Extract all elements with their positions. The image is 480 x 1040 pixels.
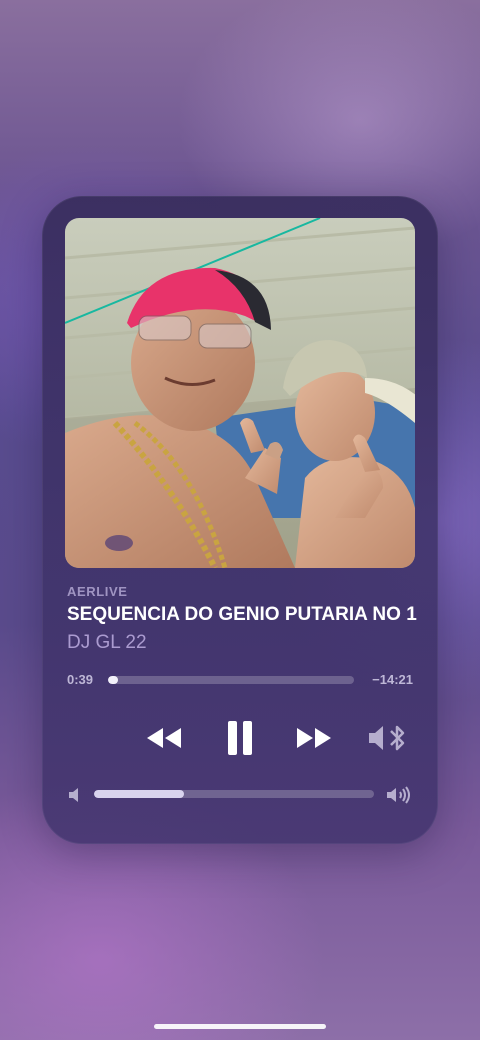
elapsed-time: 0:39 bbox=[67, 672, 94, 687]
fast-forward-icon bbox=[297, 728, 331, 748]
volume-level-fill bbox=[94, 790, 184, 798]
remaining-time: −14:21 bbox=[372, 672, 413, 687]
volume-slider[interactable] bbox=[94, 790, 374, 798]
playback-progress-fill bbox=[108, 676, 118, 684]
artist-name[interactable]: DJ GL 22 bbox=[67, 632, 147, 654]
lock-screen: AERLIVE SEQUENCIA DO GENIO PUTARIA NO 1 … bbox=[0, 0, 480, 1040]
rewind-icon bbox=[147, 728, 181, 748]
now-playing-card: AERLIVE SEQUENCIA DO GENIO PUTARIA NO 1 … bbox=[42, 196, 438, 844]
source-label: AERLIVE bbox=[67, 584, 128, 599]
volume-high-icon bbox=[386, 786, 412, 804]
album-artwork-image bbox=[65, 218, 415, 568]
volume-low-icon bbox=[68, 786, 82, 804]
album-artwork bbox=[65, 218, 415, 568]
speaker-bluetooth-icon bbox=[369, 725, 405, 751]
rewind-button[interactable] bbox=[142, 716, 186, 760]
track-title[interactable]: SEQUENCIA DO GENIO PUTARIA NO 1 bbox=[67, 604, 427, 626]
home-indicator[interactable] bbox=[154, 1024, 326, 1029]
playback-scrubber[interactable] bbox=[108, 676, 354, 684]
pause-icon bbox=[228, 721, 252, 755]
fast-forward-button[interactable] bbox=[292, 716, 336, 760]
pause-button[interactable] bbox=[218, 716, 262, 760]
audio-output-button[interactable] bbox=[366, 716, 410, 760]
